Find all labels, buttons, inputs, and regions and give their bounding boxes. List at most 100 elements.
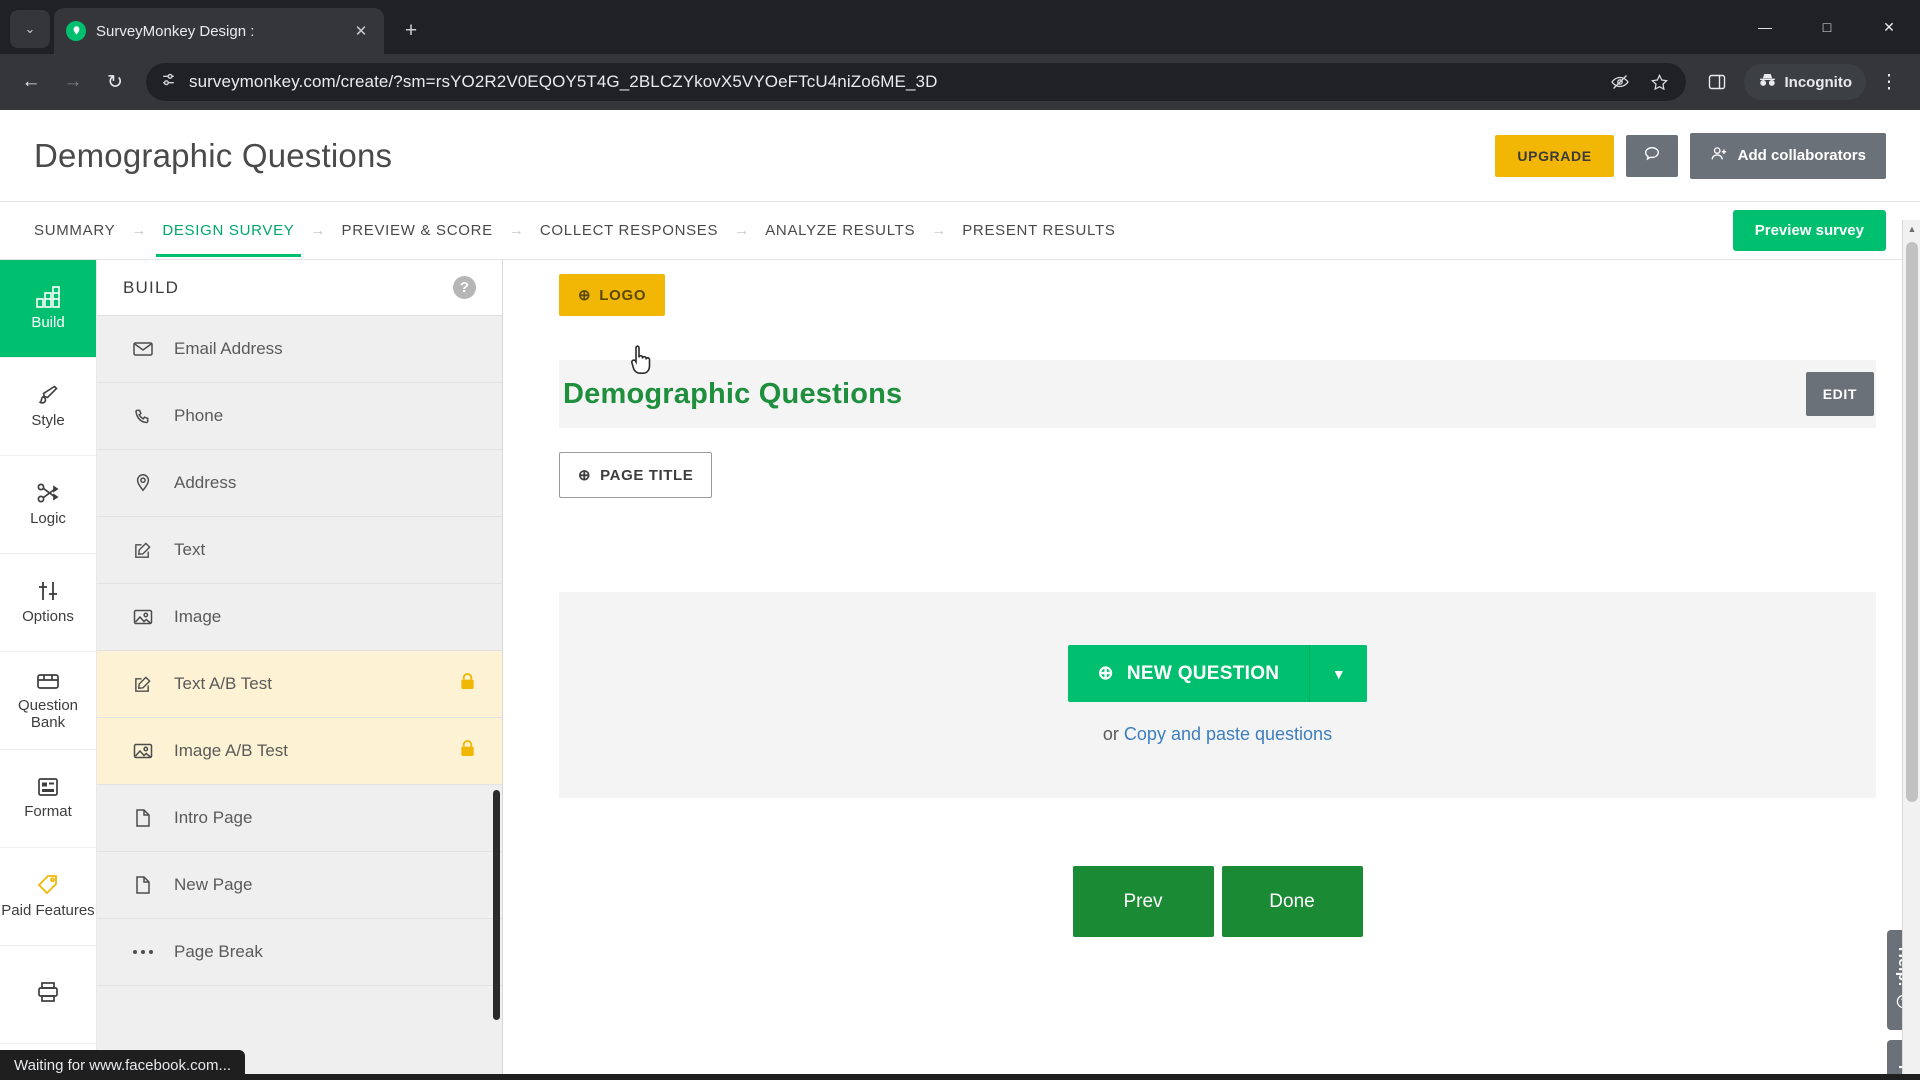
build-panel-scrollbar[interactable] — [493, 790, 500, 1020]
chevron-down-icon: ▼ — [1331, 665, 1346, 682]
tab-present-results[interactable]: PRESENT RESULTS — [962, 204, 1115, 257]
scrollbar-thumb[interactable] — [1906, 242, 1918, 802]
new-question-button[interactable]: ⊕ NEW QUESTION — [1067, 645, 1310, 702]
eye-slash-icon[interactable] — [1608, 70, 1632, 94]
nav-arrow-icon: → — [508, 222, 524, 239]
page-settings-icon[interactable] — [160, 71, 177, 93]
add-logo-button[interactable]: ⊕ LOGO — [559, 274, 666, 316]
add-collaborators-button[interactable]: Add collaborators — [1689, 132, 1886, 179]
add-page-title-button[interactable]: ⊕ PAGE TITLE — [559, 452, 713, 498]
copy-and-paste-questions-link[interactable]: Copy and paste questions — [1124, 724, 1332, 744]
speech-bubble-icon — [1643, 145, 1661, 166]
build-panel: BUILD ? Email Address Phone Address Text… — [97, 260, 503, 1080]
nav-arrow-icon: → — [931, 222, 947, 239]
build-item-image[interactable]: Image — [97, 584, 502, 651]
sidebar-item-paid-features[interactable]: Paid Features — [0, 848, 96, 946]
new-question-split-button: ⊕ NEW QUESTION ▼ — [1067, 645, 1368, 702]
tool-rail: Build Style Logic Options Question Bank … — [0, 260, 97, 1080]
side-panel-icon[interactable] — [1698, 63, 1736, 101]
page-icon — [131, 808, 154, 828]
close-icon[interactable]: ✕ — [350, 20, 372, 42]
build-item-image-ab-test[interactable]: Image A/B Test — [97, 718, 502, 785]
browser-tab[interactable]: SurveyMonkey Design : ✕ — [54, 8, 384, 54]
status-bar: Waiting for www.facebook.com... — [0, 1050, 246, 1080]
new-tab-button[interactable]: + — [394, 14, 428, 48]
address-bar[interactable]: surveymonkey.com/create/?sm=rsYO2R2V0EQO… — [146, 63, 1686, 101]
lock-icon — [459, 672, 476, 697]
sidebar-item-label: Paid Features — [1, 902, 95, 920]
reload-icon[interactable]: ↻ — [96, 63, 134, 101]
page-title: Demographic Questions — [34, 136, 393, 174]
add-collaborators-label: Add collaborators — [1737, 147, 1866, 164]
question-mark-icon[interactable]: ? — [453, 276, 476, 299]
ellipsis-icon — [131, 948, 154, 956]
sidebar-item-logic[interactable]: Logic — [0, 456, 96, 554]
tab-preview-and-score[interactable]: PREVIEW & SCORE — [342, 204, 493, 257]
tab-title: SurveyMonkey Design : — [96, 22, 255, 40]
tab-search-button[interactable]: ⌄ — [10, 10, 50, 48]
sidebar-item-label: Logic — [30, 510, 66, 528]
new-question-dropdown-button[interactable]: ▼ — [1309, 645, 1368, 702]
sidebar-item-options[interactable]: Options — [0, 554, 96, 652]
build-item-text[interactable]: Text — [97, 517, 502, 584]
incognito-indicator[interactable]: Incognito — [1743, 64, 1866, 100]
build-item-text-ab-test[interactable]: Text A/B Test — [97, 651, 502, 718]
lock-icon — [459, 739, 476, 764]
build-item-label: Text A/B Test — [174, 674, 272, 693]
forward-icon[interactable]: → — [54, 63, 92, 101]
build-panel-header: BUILD ? — [97, 260, 502, 316]
tab-analyze-results[interactable]: ANALYZE RESULTS — [765, 204, 915, 257]
minimize-icon[interactable]: — — [1734, 0, 1796, 54]
tab-strip: ⌄ SurveyMonkey Design : ✕ + — □ ✕ — [0, 0, 1920, 54]
done-button[interactable]: Done — [1221, 866, 1363, 937]
build-item-label: Intro Page — [174, 808, 253, 827]
scroll-up-icon[interactable]: ▲ — [1903, 220, 1920, 238]
build-item-label: Phone — [174, 406, 224, 425]
sidebar-item-format[interactable]: Format — [0, 750, 96, 848]
survey-title-card[interactable]: Demographic Questions EDIT — [559, 360, 1876, 428]
paintbrush-icon — [36, 383, 60, 407]
build-item-email-address[interactable]: Email Address — [97, 316, 502, 383]
sidebar-item-question-bank[interactable]: Question Bank — [0, 652, 96, 750]
build-item-label: Text — [174, 540, 206, 559]
browser-toolbar: ← → ↻ surveymonkey.com/create/?sm=rsYO2R… — [0, 54, 1920, 110]
tab-design-survey[interactable]: DESIGN SURVEY — [156, 204, 301, 257]
build-item-phone[interactable]: Phone — [97, 383, 502, 450]
preview-survey-button[interactable]: Preview survey — [1732, 210, 1886, 251]
page-scrollbar[interactable]: ▲ ▼ — [1902, 220, 1920, 1080]
copy-paste-line: or Copy and paste questions — [1103, 724, 1332, 745]
url-text: surveymonkey.com/create/?sm=rsYO2R2V0EQO… — [189, 72, 938, 91]
image-icon — [131, 742, 154, 760]
maximize-icon[interactable]: □ — [1796, 0, 1858, 54]
tab-summary[interactable]: SUMMARY — [34, 204, 115, 257]
taskbar-sliver — [0, 1074, 1920, 1080]
build-item-page-break[interactable]: Page Break — [97, 919, 502, 986]
upgrade-button[interactable]: UPGRADE — [1495, 134, 1614, 177]
tab-collect-responses[interactable]: COLLECT RESPONSES — [540, 204, 718, 257]
sidebar-item-label: Style — [31, 412, 65, 430]
sidebar-item-style[interactable]: Style — [0, 358, 96, 456]
page-viewport: Demographic Questions UPGRADE Add collab… — [0, 110, 1920, 1080]
comment-button[interactable] — [1625, 134, 1678, 177]
build-item-intro-page[interactable]: Intro Page — [97, 785, 502, 852]
window-close-icon[interactable]: ✕ — [1858, 0, 1920, 54]
copy-paste-prefix: or — [1102, 724, 1124, 744]
build-item-new-page[interactable]: New Page — [97, 852, 502, 919]
back-icon[interactable]: ← — [12, 63, 50, 101]
star-icon[interactable] — [1648, 70, 1672, 94]
sidebar-item-build[interactable]: Build — [0, 260, 96, 358]
build-item-address[interactable]: Address — [97, 450, 502, 517]
sidebar-item-print[interactable] — [0, 946, 96, 1044]
nav-arrow-icon: → — [734, 222, 750, 239]
build-item-label: New Page — [174, 875, 253, 894]
format-grid-icon — [36, 776, 60, 798]
price-tag-icon — [36, 873, 60, 897]
three-dot-menu-icon[interactable]: ⋮ — [1870, 63, 1908, 101]
edit-button[interactable]: EDIT — [1805, 372, 1874, 416]
chevron-down-icon: ⌄ — [24, 21, 36, 36]
build-panel-title: BUILD — [123, 277, 180, 297]
prev-button[interactable]: Prev — [1072, 866, 1214, 937]
edit-square-icon — [131, 675, 154, 694]
image-icon — [131, 608, 154, 626]
build-item-label: Page Break — [174, 942, 263, 961]
